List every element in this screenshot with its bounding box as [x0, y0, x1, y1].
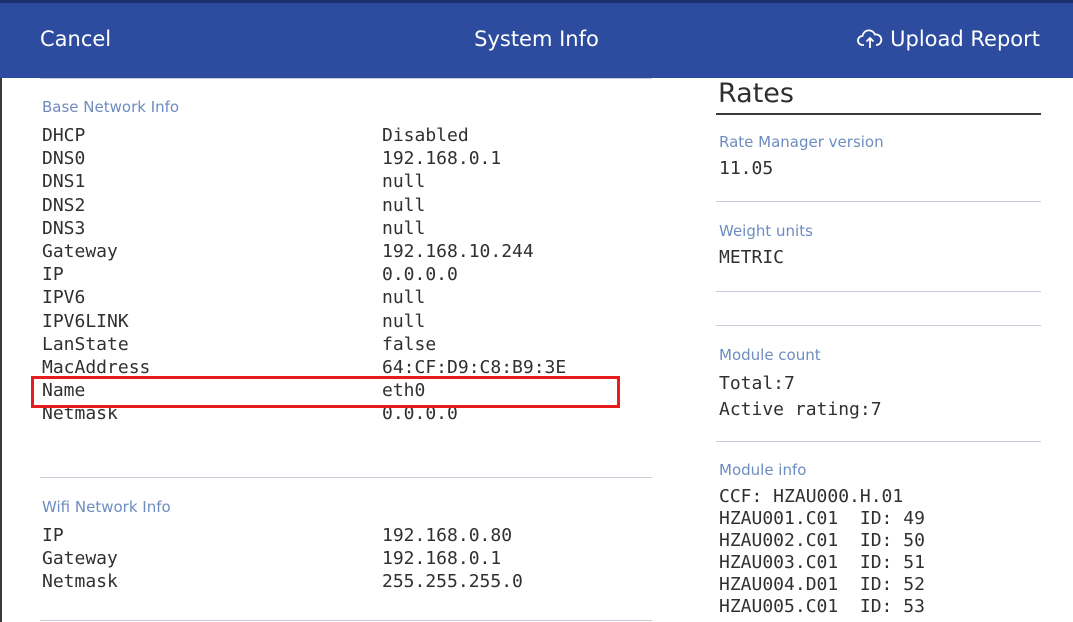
wifi-network-label: Wifi Network Info [42, 498, 171, 516]
module-count-active: Active rating:7 [719, 399, 882, 420]
row-value: null [382, 171, 426, 193]
row-value: 255.255.255.0 [382, 571, 523, 593]
module-info-line: HZAU004.D01 ID: 52 [719, 574, 925, 595]
rate-manager-label: Rate Manager version [719, 133, 884, 151]
upload-report-button[interactable]: Upload Report [857, 27, 1040, 51]
module-count-label: Module count [719, 346, 821, 364]
window-left-border [0, 70, 2, 622]
row-key: Gateway [42, 548, 118, 570]
row-value: null [382, 217, 426, 239]
row-key: DNS3 [42, 217, 86, 239]
row-key: DNS2 [42, 194, 86, 216]
row-value: 192.168.10.244 [382, 241, 534, 262]
divider [40, 477, 652, 478]
weight-units-value: METRIC [719, 247, 785, 268]
row-key: DHCP [42, 125, 86, 146]
row-value: 0.0.0.0 [382, 264, 458, 286]
header-bar: Cancel System Info Upload Report [0, 0, 1073, 78]
row-key: IP [42, 525, 64, 546]
row-key: Netmask [42, 571, 118, 593]
row-value: 192.168.0.1 [382, 548, 502, 570]
divider [716, 441, 1041, 442]
mac-address-highlight [31, 376, 620, 408]
row-value: 192.168.0.80 [382, 525, 513, 546]
cloud-upload-icon [857, 29, 883, 48]
module-info-line: HZAU005.C01 ID: 53 [719, 596, 925, 617]
row-key: Gateway [42, 241, 118, 262]
row-value: Disabled [382, 125, 469, 146]
row-value: null [382, 310, 426, 332]
row-key: LanState [42, 333, 129, 355]
rates-title: Rates [718, 78, 794, 109]
base-network-label: Base Network Info [42, 98, 180, 116]
row-key: IPV6LINK [42, 310, 129, 332]
row-value: null [382, 287, 426, 309]
row-key: IPV6 [42, 287, 86, 309]
divider [716, 201, 1041, 202]
row-key: DNS0 [42, 148, 86, 170]
row-value: 192.168.0.1 [382, 148, 502, 170]
divider [40, 620, 652, 621]
module-ccf-line: CCF: HZAU000.H.01 [719, 486, 904, 507]
rates-underline [716, 113, 1041, 115]
module-info-line: HZAU002.C01 ID: 50 [719, 530, 925, 551]
module-count-total: Total:7 [719, 373, 795, 394]
divider [716, 325, 1041, 326]
module-info-label: Module info [719, 461, 807, 479]
upload-report-label: Upload Report [890, 27, 1040, 51]
divider [716, 291, 1041, 292]
row-key: IP [42, 264, 64, 286]
divider [40, 78, 652, 79]
module-info-line: HZAU003.C01 ID: 51 [719, 552, 925, 573]
rate-manager-version: 11.05 [719, 158, 774, 179]
module-info-line: HZAU001.C01 ID: 49 [719, 508, 925, 529]
weight-units-label: Weight units [719, 222, 813, 240]
row-key: DNS1 [42, 171, 86, 193]
row-value: null [382, 194, 426, 216]
row-value: false [382, 333, 437, 355]
